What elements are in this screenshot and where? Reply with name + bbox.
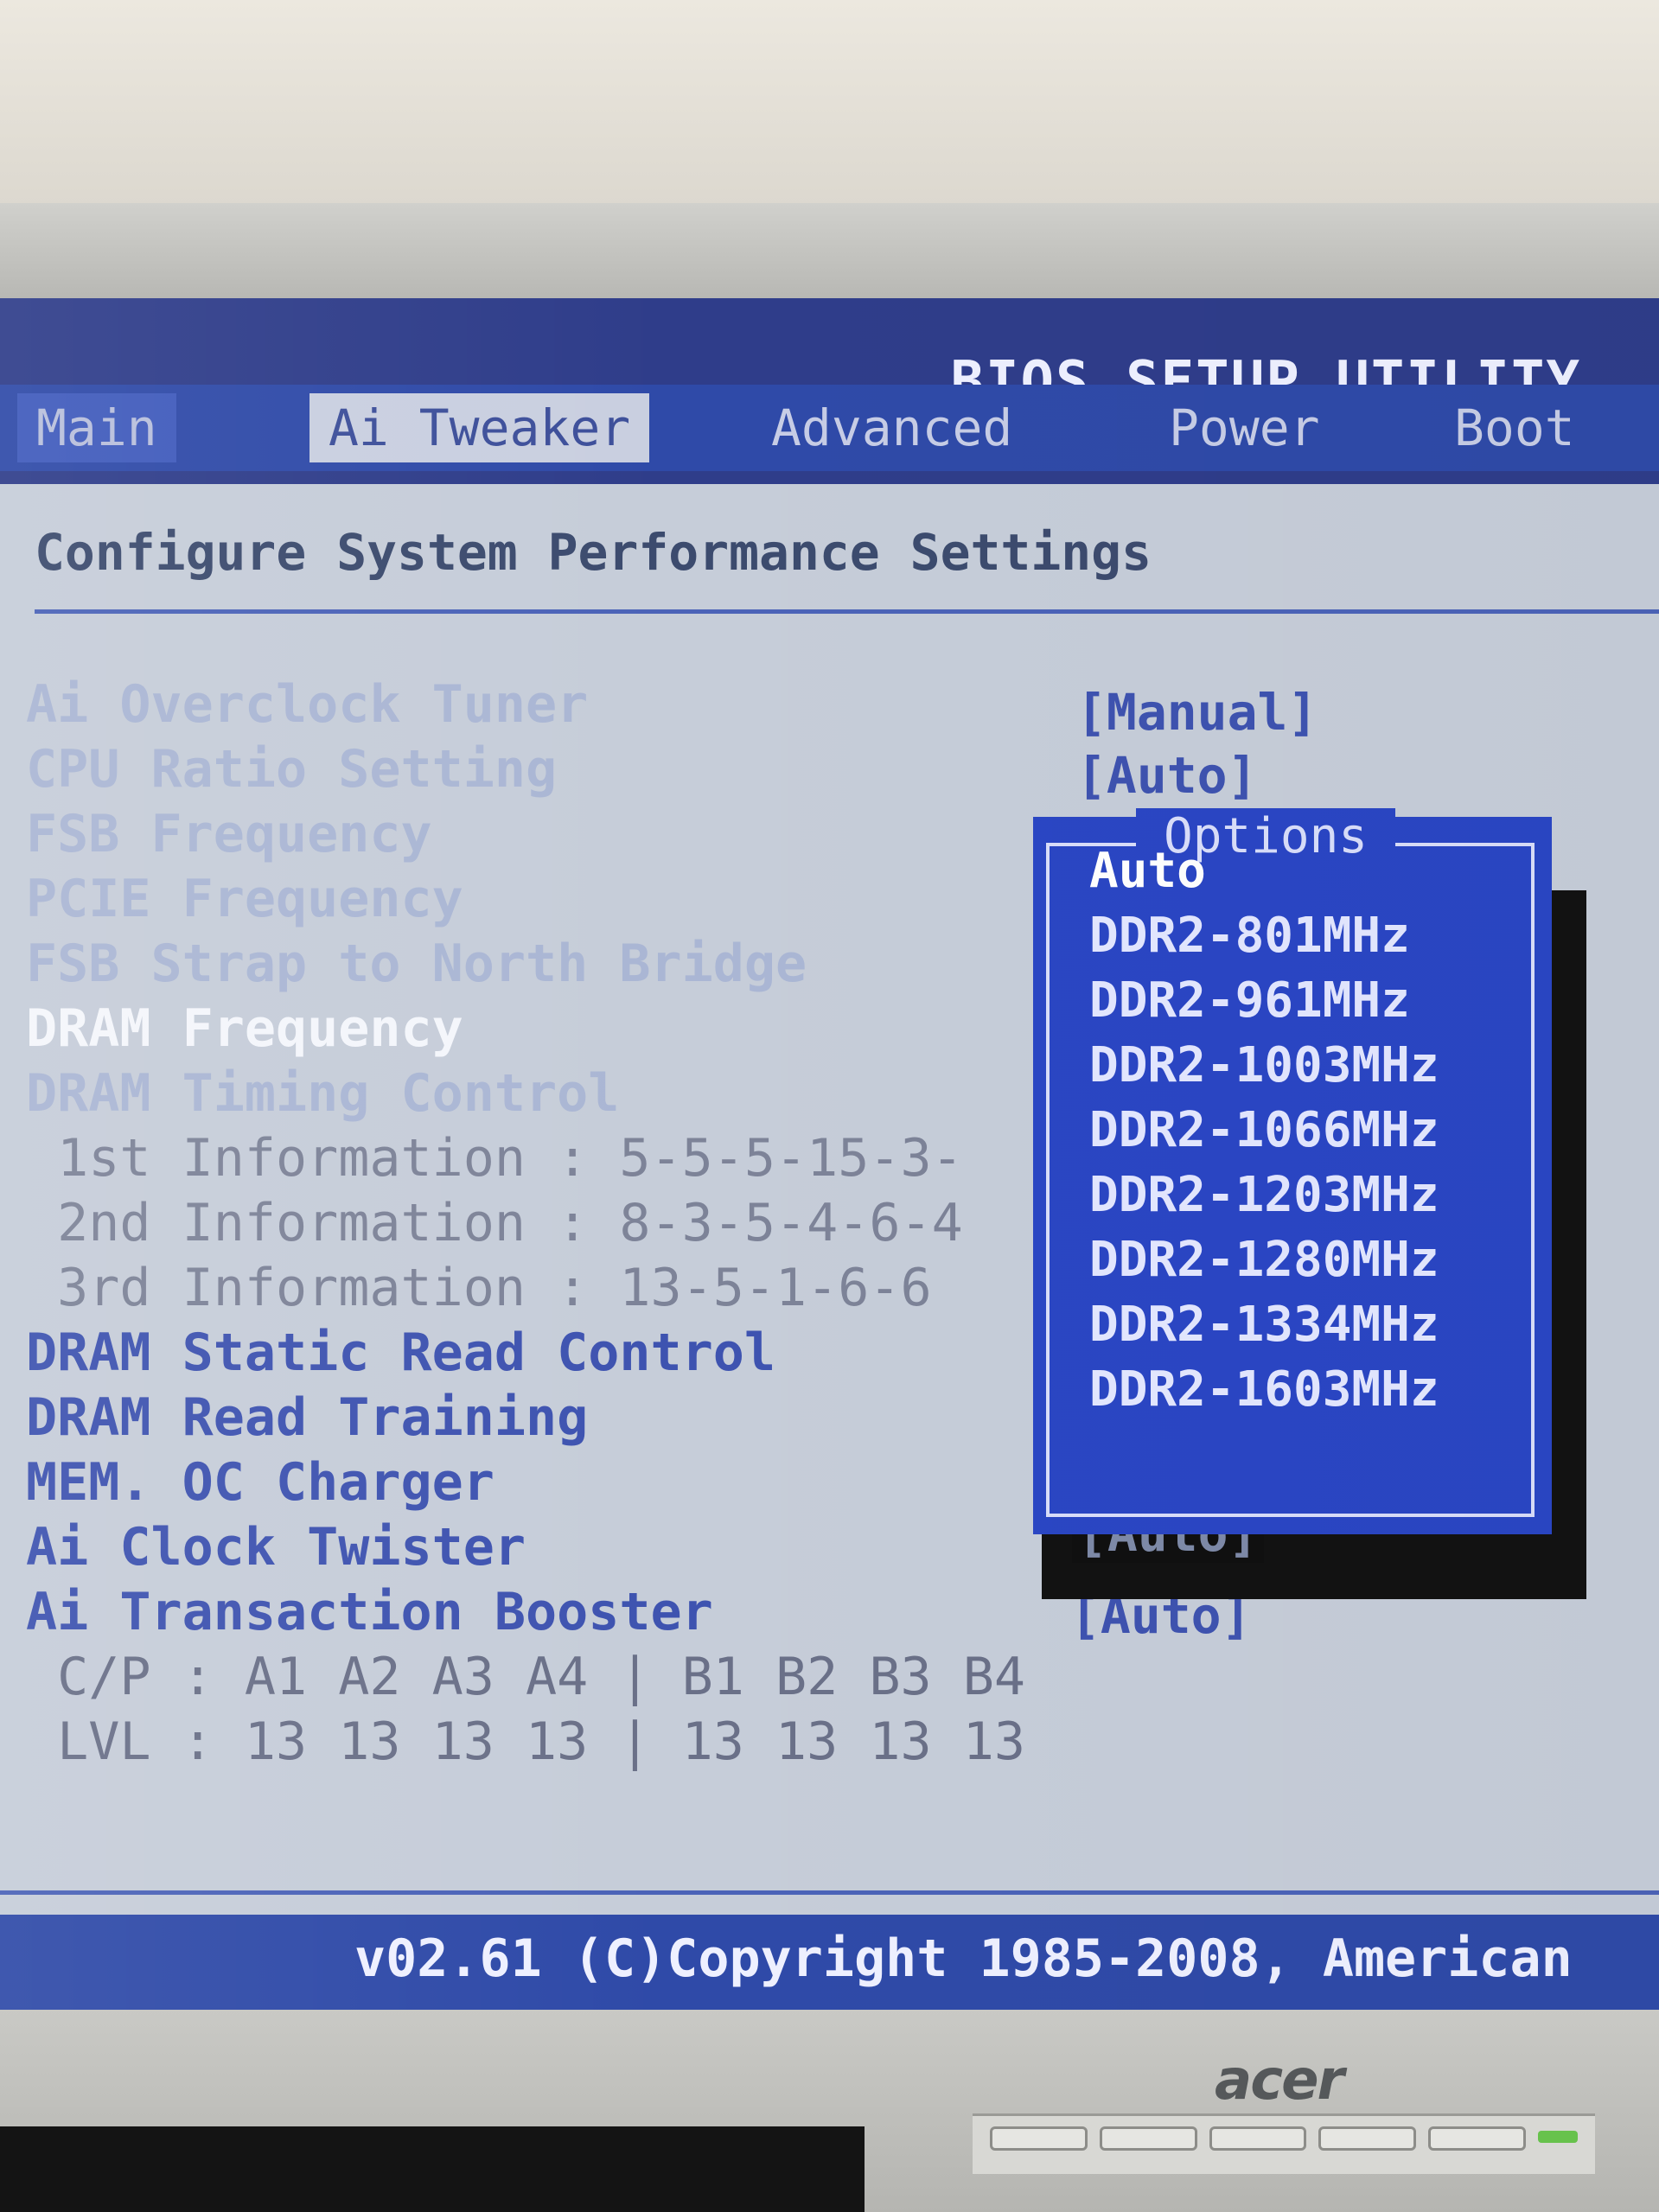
setting-dram-frequency[interactable]: DRAM Frequency: [26, 998, 463, 1059]
option-ddr2-1003[interactable]: DDR2-1003MHz: [1089, 1037, 1439, 1093]
tab-advanced[interactable]: Advanced: [752, 393, 1031, 462]
info-line-2nd: 2nd Information : 8-3-5-4-6-4: [26, 1193, 963, 1253]
monitor-button[interactable]: [1099, 2126, 1197, 2151]
tab-main[interactable]: Main: [17, 393, 176, 462]
cp-line: C/P : A1 A2 A3 A4 | B1 B2 B3 B4: [26, 1647, 1025, 1707]
desk-shadow: [0, 2126, 865, 2212]
copyright-text: v02.61 (C)Copyright 1985-2008, American: [354, 1928, 1573, 1989]
tab-bar: Main Ai Tweaker Advanced Power Boot: [0, 385, 1659, 471]
info-line-3rd: 3rd Information : 13-5-1-6-6: [26, 1258, 932, 1318]
tab-boot[interactable]: Boot: [1435, 393, 1594, 462]
options-popup: Options Auto DDR2-801MHz DDR2-961MHz DDR…: [1033, 808, 1552, 1534]
setting-ai-overclock-tuner[interactable]: Ai Overclock Tuner: [26, 674, 588, 735]
option-ddr2-1066[interactable]: DDR2-1066MHz: [1089, 1102, 1439, 1158]
setting-mem-oc-charger[interactable]: MEM. OC Charger: [26, 1452, 495, 1513]
option-auto[interactable]: Auto: [1089, 843, 1206, 899]
setting-dram-static-read[interactable]: DRAM Static Read Control: [26, 1323, 775, 1383]
acer-logo: acer: [1215, 2049, 1344, 2113]
value-ai-overclock-tuner[interactable]: [Manual]: [1076, 683, 1318, 742]
option-ddr2-1280[interactable]: DDR2-1280MHz: [1089, 1232, 1439, 1288]
section-title: Configure System Performance Settings: [35, 523, 1152, 582]
tab-ai-tweaker[interactable]: Ai Tweaker: [309, 393, 650, 462]
option-ddr2-1334[interactable]: DDR2-1334MHz: [1089, 1297, 1439, 1353]
setting-ai-transaction-booster[interactable]: Ai Transaction Booster: [26, 1582, 713, 1642]
option-ddr2-801[interactable]: DDR2-801MHz: [1089, 908, 1410, 964]
monitor-bezel-top: [0, 203, 1659, 298]
setting-cpu-ratio[interactable]: CPU Ratio Setting: [26, 739, 557, 800]
footer-bar: v02.61 (C)Copyright 1985-2008, American: [0, 1915, 1659, 2010]
info-line-1st: 1st Information : 5-5-5-15-3-: [26, 1128, 963, 1189]
bios-screen: BIOS SETUP UTILITY Main Ai Tweaker Advan…: [0, 298, 1659, 2010]
setting-pcie-frequency[interactable]: PCIE Frequency: [26, 869, 463, 929]
monitor-button[interactable]: [1428, 2126, 1526, 2151]
lvl-line: LVL : 13 13 13 13 | 13 13 13 13: [26, 1712, 1025, 1772]
background-wall: [0, 0, 1659, 207]
option-ddr2-961[interactable]: DDR2-961MHz: [1089, 972, 1410, 1029]
footer-divider: [0, 1890, 1659, 1895]
setting-ai-clock-twister[interactable]: Ai Clock Twister: [26, 1517, 526, 1578]
setting-dram-read-training[interactable]: DRAM Read Training: [26, 1387, 588, 1448]
monitor-button[interactable]: [1209, 2126, 1307, 2151]
setting-fsb-strap[interactable]: FSB Strap to North Bridge: [26, 934, 807, 994]
tab-power[interactable]: Power: [1150, 393, 1339, 462]
option-ddr2-1203[interactable]: DDR2-1203MHz: [1089, 1167, 1439, 1223]
setting-fsb-frequency[interactable]: FSB Frequency: [26, 804, 432, 864]
power-led: [1537, 2131, 1578, 2143]
monitor-buttons: [973, 2113, 1595, 2174]
monitor-button[interactable]: [990, 2126, 1088, 2151]
divider: [35, 609, 1659, 614]
value-cpu-ratio[interactable]: [Auto]: [1076, 746, 1258, 805]
option-ddr2-1603[interactable]: DDR2-1603MHz: [1089, 1361, 1439, 1418]
setting-dram-timing-control[interactable]: DRAM Timing Control: [26, 1063, 619, 1124]
monitor-button[interactable]: [1318, 2126, 1417, 2151]
